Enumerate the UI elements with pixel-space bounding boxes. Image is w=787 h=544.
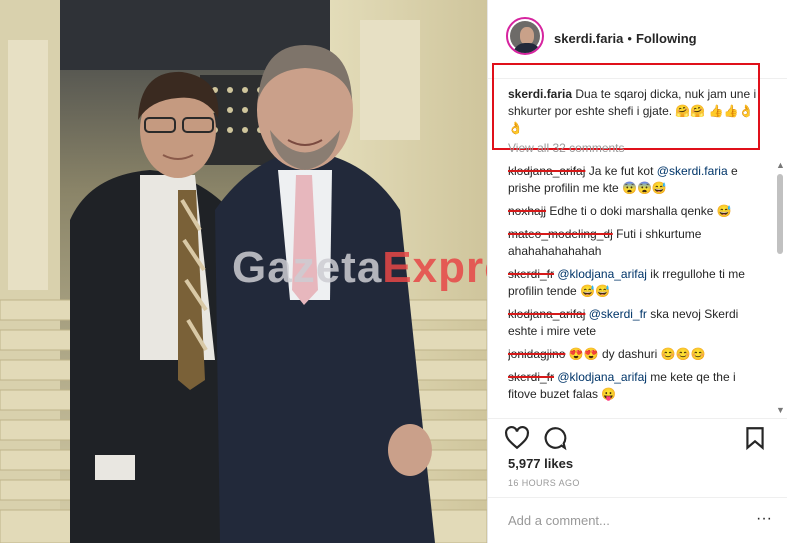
more-options-icon[interactable]: ··· xyxy=(756,510,772,528)
comment-item: skerdi_fr @klodjana_arifaj me kete qe th… xyxy=(508,369,766,403)
comment-mention[interactable]: @skerdi.faria xyxy=(657,164,728,178)
header-text: skerdi.faria • Following xyxy=(554,31,697,46)
comment-text: Edhe ti o doki marshalla qenke 😅 xyxy=(549,204,732,218)
scroll-up-arrow-icon[interactable]: ▲ xyxy=(776,160,785,170)
scrollbar-thumb[interactable] xyxy=(777,174,783,254)
header-username[interactable]: skerdi.faria xyxy=(554,31,623,46)
comment-item: jonidagjino 😍😍 dy dashuri 😊😊😊 xyxy=(508,346,766,363)
add-comment-bar: Add a comment... ··· xyxy=(488,497,787,544)
comments-scrollbar[interactable]: ▲ ▼ xyxy=(776,160,785,415)
watermark-part2: Express xyxy=(382,243,487,292)
watermark-part1: Gazeta xyxy=(232,243,383,292)
comment-item: skerdi_fr @klodjana_arifaj ik rregullohe… xyxy=(508,266,766,300)
comment-item: noxhajj Edhe ti o doki marshalla qenke 😅 xyxy=(508,203,766,220)
header-separator: • xyxy=(627,31,632,46)
action-bar xyxy=(488,418,787,457)
caption: skerdi.faria Dua te sqaroj dicka, nuk ja… xyxy=(508,86,766,137)
comment-text: 😍😍 dy dashuri 😊😊😊 xyxy=(568,347,706,361)
comment-username[interactable]: jonidagjino xyxy=(508,347,565,361)
post-photo[interactable]: GazetaExpress xyxy=(0,0,487,543)
add-comment-input[interactable]: Add a comment... xyxy=(508,513,610,528)
comment-container: klodjana_arifaj Ja ke fut kot @skerdi.fa… xyxy=(508,163,766,412)
comment-icon[interactable] xyxy=(542,425,568,451)
heart-icon[interactable] xyxy=(504,425,530,451)
comment-username[interactable]: klodjana_arifaj xyxy=(508,410,585,412)
post-timestamp: 16 HOURS AGO xyxy=(508,478,580,488)
comment-mention[interactable]: @klodjana_arifaj xyxy=(557,370,647,384)
following-button[interactable]: Following xyxy=(636,31,697,46)
avatar[interactable] xyxy=(506,17,544,55)
caption-username[interactable]: skerdi.faria xyxy=(508,87,572,101)
comment-mention[interactable]: @klodjana_arifaj xyxy=(557,267,647,281)
comment-item: klodjana_arifaj @skerdi_fr ska nevoj Ske… xyxy=(508,306,766,340)
comments-list: skerdi.faria Dua te sqaroj dicka, nuk ja… xyxy=(508,86,766,412)
view-all-comments-link[interactable]: View all 32 comments xyxy=(508,140,766,157)
avatar-suit xyxy=(513,43,541,53)
comment-username[interactable]: skerdi_fr xyxy=(508,370,554,384)
bookmark-icon[interactable] xyxy=(742,425,768,451)
comment-username[interactable]: skerdi_fr xyxy=(508,267,554,281)
comment-item: klodjana_arifaj Ja ke fut kot @skerdi.fa… xyxy=(508,163,766,197)
comment-username[interactable]: klodjana_arifaj xyxy=(508,307,585,321)
comment-item: mateo_modeling_dj Futi i shkurtume ahaha… xyxy=(508,226,766,260)
comment-mention[interactable]: @skerdi_fr xyxy=(589,307,647,321)
comment-text: Ja ke fut kot xyxy=(588,164,657,178)
likes-count[interactable]: 5,977 likes xyxy=(508,456,573,471)
watermark: GazetaExpress xyxy=(232,243,487,293)
comment-username[interactable]: klodjana_arifaj xyxy=(508,164,585,178)
comment-mention[interactable]: @skerdi_fr xyxy=(589,410,647,412)
comment-username[interactable]: mateo_modeling_dj xyxy=(508,227,613,241)
comment-item: klodjana_arifaj @skerdi_fr ska nevoj hic… xyxy=(508,409,766,412)
comment-username[interactable]: noxhajj xyxy=(508,204,546,218)
scroll-down-arrow-icon[interactable]: ▼ xyxy=(776,405,785,415)
avatar-image xyxy=(510,21,541,53)
post-side-panel: skerdi.faria • Following skerdi.faria Dua … xyxy=(487,0,787,543)
